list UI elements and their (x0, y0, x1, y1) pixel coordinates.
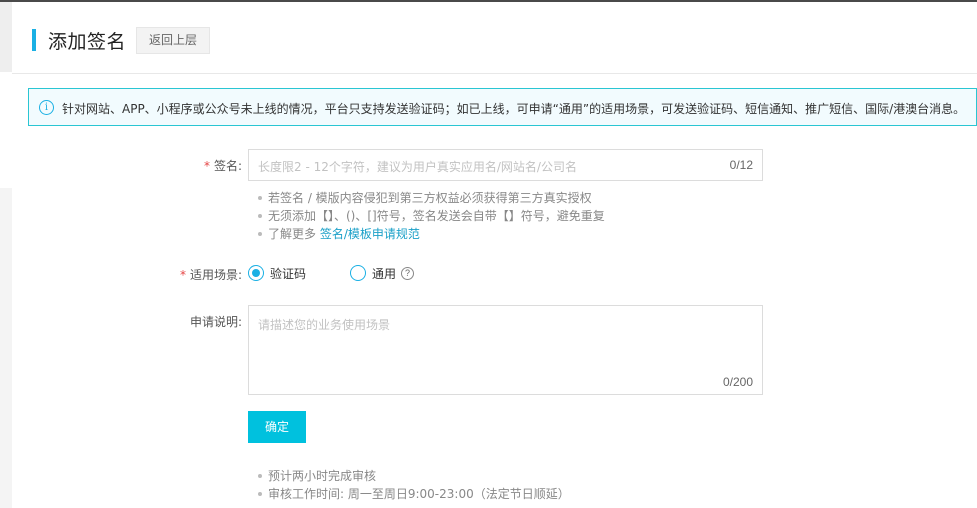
description-placeholder: 请描述您的业务使用场景 (258, 318, 391, 332)
radio-label: 通用 (372, 266, 397, 281)
page-title: 添加签名 (48, 31, 127, 53)
scenario-label: * 适用场景: (170, 266, 242, 283)
scenario-label-text: 适用场景: (189, 268, 242, 282)
review-tips: 预计两小时完成审核 审核工作时间: 周一至周日9:00-23:00（法定节日顺延… (258, 467, 570, 503)
signature-counter: 0/12 (729, 158, 753, 172)
side-panel-edge-lower (0, 188, 12, 508)
radio-general[interactable]: 通用 ? (350, 264, 415, 282)
signature-label-text: 签名: (213, 159, 242, 173)
required-mark: * (179, 268, 186, 282)
tip-item: 审核工作时间: 周一至周日9:00-23:00（法定节日顺延） (258, 485, 570, 503)
signature-placeholder: 长度限2 - 12个字符，建议为用户真实应用名/网站名/公司名 (258, 160, 577, 174)
radio-unchecked-icon (350, 265, 366, 281)
back-button[interactable]: 返回上层 (136, 27, 210, 54)
radio-checked-icon (248, 265, 264, 281)
radio-verification-code[interactable]: 验证码 (248, 264, 306, 282)
side-panel-edge (0, 2, 12, 72)
title-accent-bar (32, 29, 36, 51)
rules-link[interactable]: 签名/模板申请规范 (320, 227, 420, 241)
submit-button[interactable]: 确定 (248, 411, 306, 443)
tip-item: 无须添加【】、()、[]符号，签名发送会自带【】符号，避免重复 (258, 207, 605, 225)
tip-item: 预计两小时完成审核 (258, 467, 570, 485)
notice-banner: i 针对网站、APP、小程序或公众号未上线的情况，平台只支持发送验证码；如已上线… (28, 88, 977, 126)
description-counter: 0/200 (722, 375, 753, 389)
required-mark: * (203, 159, 210, 173)
signature-label: * 签名: (190, 157, 242, 174)
page-header: 添加签名 返回上层 (12, 2, 977, 74)
tip-item: 了解更多 签名/模板申请规范 (258, 225, 605, 243)
signature-input[interactable]: 长度限2 - 12个字符，建议为用户真实应用名/网站名/公司名 0/12 (248, 149, 763, 181)
signature-tips: 若签名 / 模版内容侵犯到第三方权益必须获得第三方真实授权 无须添加【】、()、… (258, 189, 605, 243)
tip-item: 若签名 / 模版内容侵犯到第三方权益必须获得第三方真实授权 (258, 189, 605, 207)
info-icon: i (39, 100, 54, 115)
description-textarea[interactable]: 请描述您的业务使用场景 0/200 (248, 305, 763, 395)
help-icon[interactable]: ? (401, 266, 415, 280)
radio-label: 验证码 (270, 266, 307, 281)
notice-text: 针对网站、APP、小程序或公众号未上线的情况，平台只支持发送验证码；如已上线，可… (62, 102, 966, 116)
description-label: 申请说明: (189, 315, 242, 329)
